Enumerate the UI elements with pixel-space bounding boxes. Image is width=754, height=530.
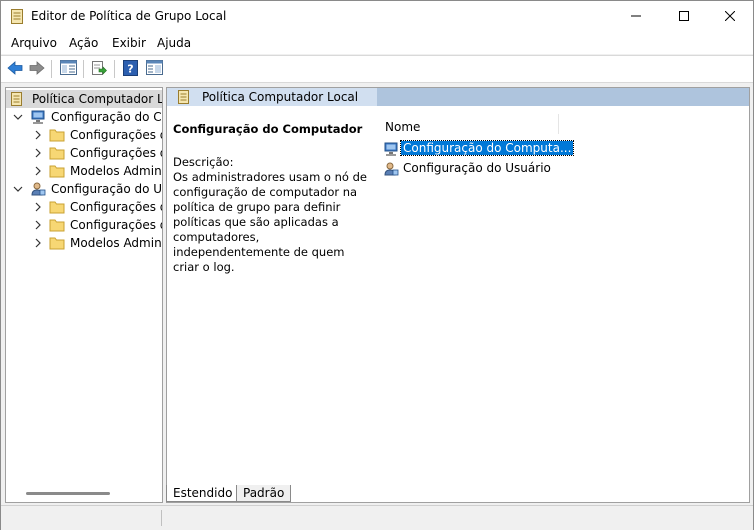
column-divider[interactable]	[558, 114, 559, 134]
chevron-right-icon[interactable]	[32, 165, 44, 177]
help-icon: ?	[122, 59, 138, 79]
folder-icon	[49, 163, 65, 179]
header-banner-tab: Política Computador Local	[167, 88, 377, 106]
svg-text:?: ?	[127, 62, 133, 75]
description-text: Os administradores usam o nó de configur…	[173, 170, 367, 274]
chevron-right-icon[interactable]	[32, 219, 44, 231]
minimize-icon	[631, 10, 641, 24]
folder-icon	[49, 217, 65, 233]
maximize-icon	[679, 10, 689, 24]
policy-document-icon	[177, 89, 191, 108]
menu-exibir[interactable]: Exibir	[112, 36, 146, 50]
chevron-right-icon[interactable]	[32, 201, 44, 213]
properties-view-button[interactable]	[144, 59, 164, 79]
toolbar-separator	[51, 60, 52, 78]
tree-item-windows-settings[interactable]: Configurações do Windows	[6, 144, 162, 162]
tree-item-software-settings[interactable]: Configurações de Software	[6, 198, 162, 216]
tree-item-user-config[interactable]: Configuração do Usuário	[6, 180, 162, 198]
menu-ajuda[interactable]: Ajuda	[157, 36, 191, 50]
menu-arquivo[interactable]: Arquivo	[11, 36, 57, 50]
chevron-right-icon[interactable]	[32, 147, 44, 159]
chevron-down-icon[interactable]	[12, 111, 24, 123]
status-separator	[161, 510, 162, 526]
tree-item-admin-templates[interactable]: Modelos Administrativos	[6, 162, 162, 180]
window-title: Editor de Política de Grupo Local	[31, 9, 227, 23]
tab-padrao[interactable]: Padrão	[236, 485, 292, 502]
policy-editor-app-icon	[11, 9, 23, 24]
tree-item-software-settings[interactable]: Configurações de Software	[6, 126, 162, 144]
tree-item-admin-templates[interactable]: Modelos Administrativos	[6, 234, 162, 252]
user-config-icon	[383, 161, 399, 180]
close-button[interactable]	[707, 1, 753, 32]
folder-icon	[49, 199, 65, 215]
show-hide-tree-icon	[59, 60, 77, 78]
back-arrow-icon	[7, 60, 23, 78]
tree-item-label: Configurações do Windows	[70, 146, 162, 160]
tree-root-item[interactable]: Política Computador Local	[6, 90, 162, 108]
back-button[interactable]	[5, 59, 25, 79]
chevron-down-icon[interactable]	[12, 183, 24, 195]
app-window: Editor de Política de Grupo Local Arquiv…	[0, 0, 754, 530]
horizontal-scrollbar[interactable]	[26, 492, 110, 495]
export-list-button[interactable]	[89, 59, 109, 79]
policy-document-icon	[10, 91, 26, 107]
tab-estendido[interactable]: Estendido	[166, 485, 240, 502]
minimize-button[interactable]	[613, 1, 659, 32]
description-label: Descrição:	[173, 155, 234, 169]
chevron-right-icon[interactable]	[32, 237, 44, 249]
tree-item-label: Configurações do Windows	[70, 218, 162, 232]
tree-item-label: Configurações de Software	[70, 128, 162, 142]
title-bar[interactable]: Editor de Política de Grupo Local	[1, 1, 753, 32]
computer-config-icon	[30, 109, 46, 125]
forward-button[interactable]	[27, 59, 47, 79]
chevron-right-icon[interactable]	[32, 129, 44, 141]
folder-icon	[49, 127, 65, 143]
help-button[interactable]: ?	[120, 59, 140, 79]
user-config-icon	[30, 181, 46, 197]
tree-item-label: Configuração do Computador	[51, 110, 162, 124]
maximize-button[interactable]	[661, 1, 707, 32]
header-banner: Política Computador Local	[167, 88, 749, 106]
tree-item-label: Modelos Administrativos	[70, 236, 162, 250]
details-pane: Política Computador Local Configuração d…	[166, 87, 750, 503]
computer-config-icon	[383, 141, 399, 160]
toolbar: ?	[1, 55, 753, 83]
tree-item-label: Configurações de Software	[70, 200, 162, 214]
menu-acao[interactable]: Ação	[69, 36, 98, 50]
list-item-label: Configuração do Computa...	[399, 140, 575, 156]
tree-item-windows-settings[interactable]: Configurações do Windows	[6, 216, 162, 234]
status-bar	[1, 505, 753, 530]
menu-bar: Arquivo Ação Exibir Ajuda	[1, 32, 753, 54]
toolbar-separator	[83, 60, 84, 78]
tree-root-label: Política Computador Local	[32, 92, 163, 106]
tree-item-label: Configuração do Usuário	[51, 182, 163, 196]
folder-icon	[49, 145, 65, 161]
description-title: Configuração do Computador	[173, 122, 363, 136]
column-header-name[interactable]: Nome	[385, 120, 420, 134]
banner-title: Política Computador Local	[202, 90, 359, 104]
properties-view-icon	[145, 60, 163, 78]
toolbar-separator	[114, 60, 115, 78]
forward-arrow-icon	[29, 60, 45, 78]
folder-icon	[49, 235, 65, 251]
list-item-label: Configuração do Usuário	[403, 161, 551, 175]
tree-pane[interactable]: Política Computador Local Configuração d…	[5, 87, 163, 503]
show-hide-tree-button[interactable]	[58, 59, 78, 79]
export-list-icon	[91, 60, 107, 79]
tree-item-label: Modelos Administrativos	[70, 164, 162, 178]
tree-item-computer-config[interactable]: Configuração do Computador	[6, 108, 162, 126]
close-icon	[724, 10, 736, 24]
